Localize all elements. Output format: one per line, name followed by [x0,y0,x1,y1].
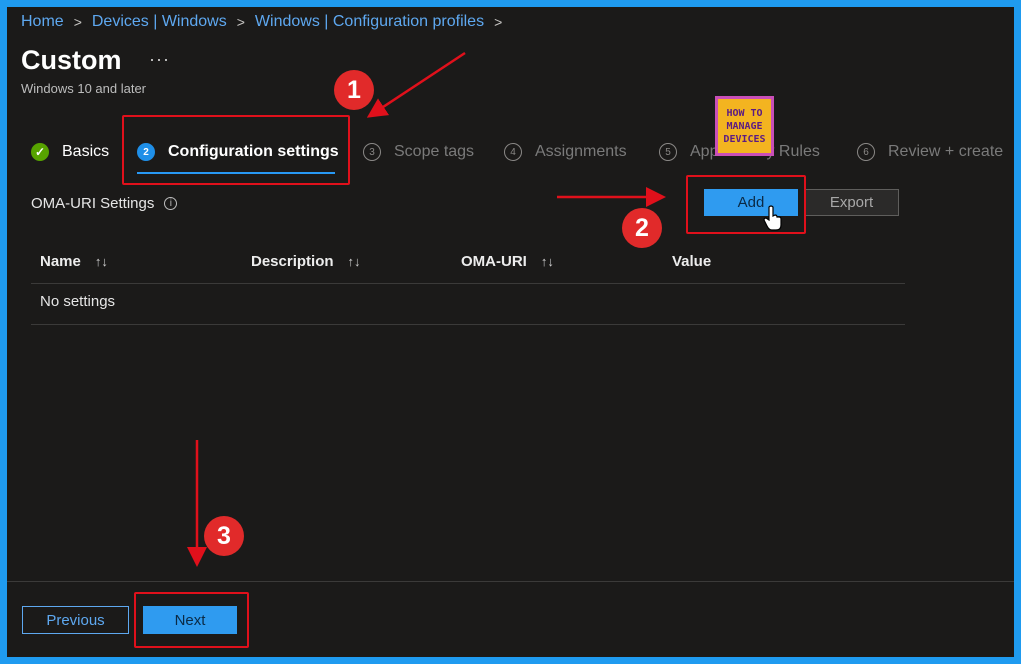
app-window: Home > Devices | Windows > Windows | Con… [7,7,1014,657]
step-badge-1: 1 [334,70,374,110]
step-badge-3: 3 [204,516,244,556]
annotation-arrows [187,51,666,567]
arrow-to-configuration-settings [366,51,466,118]
hand-cursor-icon [763,205,782,231]
step-badge-2: 2 [622,208,662,248]
